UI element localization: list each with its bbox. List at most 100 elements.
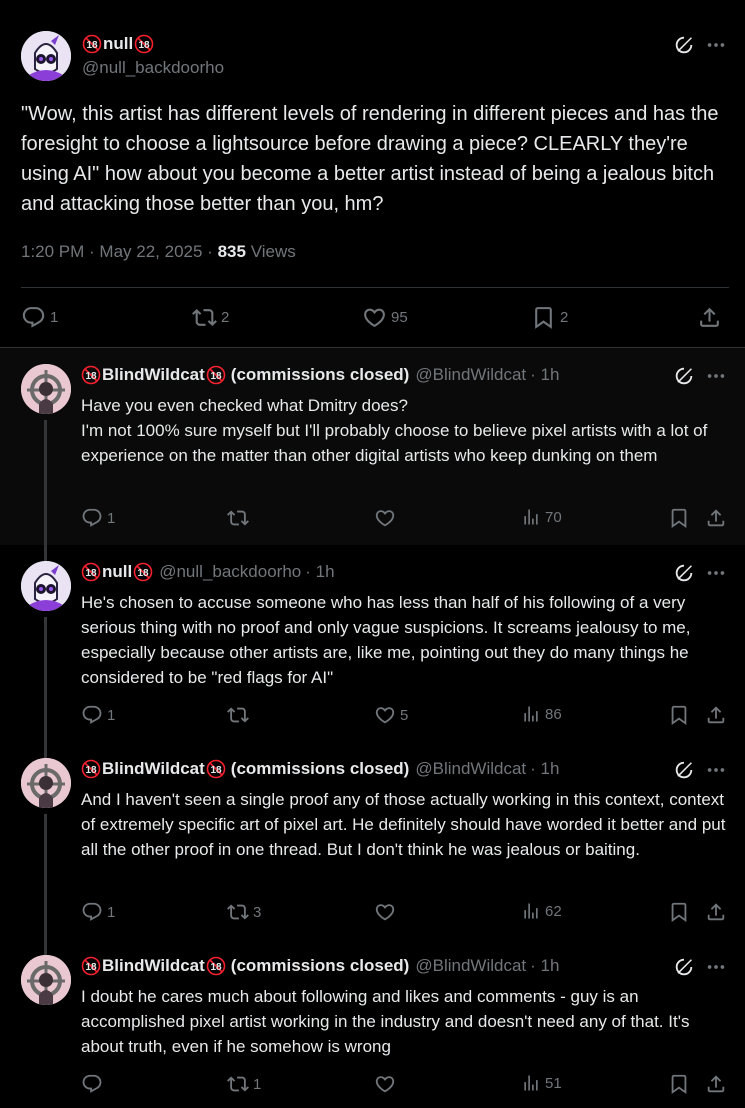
like-button[interactable] [374, 1073, 400, 1095]
reply-icon [81, 901, 103, 923]
bookmark-count: 2 [560, 309, 569, 326]
reply-time[interactable]: · 1h [530, 759, 559, 779]
author-handle[interactable]: @BlindWildcat [415, 759, 526, 779]
repost-count: 1 [253, 1075, 262, 1093]
repost-icon [227, 507, 249, 529]
eighteen-badge-icon: 18 [81, 759, 101, 779]
like-button[interactable] [374, 507, 400, 529]
share-button[interactable] [705, 507, 727, 529]
eighteen-badge-icon: 18 [82, 34, 102, 54]
reply-text: He's chosen to accuse someone who has le… [81, 593, 691, 687]
bookmark-icon [668, 704, 690, 726]
svg-text:18: 18 [210, 765, 222, 776]
eighteen-badge-icon: 18 [206, 956, 226, 976]
author-handle[interactable]: @BlindWildcat [415, 365, 526, 385]
share-icon [705, 901, 727, 923]
more-icon[interactable] [705, 759, 727, 781]
repost-button[interactable] [227, 507, 253, 529]
svg-text:18: 18 [85, 962, 97, 973]
repost-button[interactable] [227, 704, 253, 726]
bookmark-button[interactable] [668, 704, 690, 726]
bookmark-button[interactable] [668, 507, 690, 529]
repost-button[interactable]: 3 [227, 901, 261, 923]
reply-actions: 1 51 [81, 1073, 731, 1097]
bookmark-icon [668, 507, 690, 529]
post-actions: 1 2 95 2 [21, 302, 726, 334]
avatar[interactable] [21, 561, 71, 611]
avatar[interactable] [21, 364, 71, 414]
like-count: 5 [400, 706, 409, 724]
bookmark-icon [668, 901, 690, 923]
eighteen-badge-icon: 18 [81, 956, 101, 976]
bookmark-button[interactable] [668, 1073, 690, 1095]
reply-header: 18 BlindWildcat 18 (commissions closed) @Bli… [81, 759, 559, 779]
post-timestamp[interactable]: 1:20 PM · May 22, 2025 [21, 242, 202, 261]
more-icon[interactable] [705, 956, 727, 978]
avatar[interactable] [21, 955, 71, 1005]
avatar[interactable] [21, 31, 71, 81]
reply-tweet[interactable]: 18 null 18 @null_backdoorho · 1h He's chosen … [0, 545, 745, 758]
grok-icon[interactable] [673, 365, 695, 387]
views-button[interactable]: 86 [521, 704, 562, 724]
author-name-text: BlindWildcat [102, 759, 205, 778]
reply-tweet[interactable]: 18 BlindWildcat 18 (commissions closed) @Bli… [0, 742, 745, 955]
author-name[interactable]: 18 null 18 [82, 34, 154, 54]
grok-icon[interactable] [673, 562, 695, 584]
views-button[interactable]: 70 [521, 507, 562, 527]
repost-button[interactable]: 2 [192, 305, 229, 330]
reply-time[interactable]: · 1h [530, 956, 559, 976]
like-button[interactable]: 95 [362, 305, 408, 330]
reply-tweet[interactable]: 18 BlindWildcat 18 (commissions closed) @Bli… [0, 939, 745, 1108]
more-icon[interactable] [705, 562, 727, 584]
author-name[interactable]: 18 BlindWildcat 18 (commissions closed) [81, 956, 409, 976]
eighteen-badge-icon: 18 [81, 365, 101, 385]
reply-header: 18 BlindWildcat 18 (commissions closed) @Bli… [81, 956, 559, 976]
author-handle[interactable]: @null_backdoorho [159, 562, 301, 582]
bookmark-button[interactable]: 2 [531, 305, 568, 330]
svg-text:18: 18 [210, 962, 222, 973]
heart-icon [362, 305, 387, 330]
share-button[interactable] [705, 901, 727, 923]
more-icon[interactable] [705, 34, 727, 56]
bookmark-button[interactable] [668, 901, 690, 923]
reply-icon [81, 704, 103, 726]
author-handle[interactable]: @null_backdoorho [82, 58, 224, 78]
post-text: "Wow, this artist has different levels o… [21, 103, 719, 215]
reply-button[interactable]: 1 [81, 704, 115, 726]
views-count: 86 [545, 705, 562, 723]
views-button[interactable]: 51 [521, 1073, 562, 1093]
author-name[interactable]: 18 null 18 [81, 562, 153, 582]
svg-text:18: 18 [138, 568, 150, 579]
reply-button[interactable]: 1 [81, 507, 115, 529]
repost-button[interactable]: 1 [227, 1073, 261, 1095]
author-name[interactable]: 18 BlindWildcat 18 (commissions closed) [81, 365, 409, 385]
reply-button[interactable]: 1 [81, 901, 115, 923]
avatar[interactable] [21, 758, 71, 808]
more-icon[interactable] [705, 365, 727, 387]
reply-button[interactable]: 1 [21, 305, 58, 330]
svg-text:18: 18 [85, 568, 97, 579]
share-button[interactable] [705, 704, 727, 726]
reply-text: I doubt he cares much about following an… [81, 987, 690, 1056]
reply-tweet[interactable]: 18 BlindWildcat 18 (commissions closed) @Bli… [0, 348, 745, 561]
reply-time[interactable]: · 1h [305, 562, 334, 582]
reply-time[interactable]: · 1h [530, 365, 559, 385]
grok-icon[interactable] [673, 759, 695, 781]
reply-button[interactable] [81, 1073, 107, 1095]
share-icon [705, 507, 727, 529]
share-button[interactable] [705, 1073, 727, 1095]
views-icon [521, 1073, 541, 1093]
grok-icon[interactable] [673, 34, 695, 56]
views-button[interactable]: 62 [521, 901, 562, 921]
reply-icon [81, 507, 103, 529]
like-button[interactable]: 5 [374, 704, 408, 726]
views-label: Views [250, 242, 296, 261]
grok-icon[interactable] [673, 956, 695, 978]
author-name[interactable]: 18 BlindWildcat 18 (commissions closed) [81, 759, 409, 779]
author-handle[interactable]: @BlindWildcat [415, 956, 526, 976]
like-button[interactable] [374, 901, 400, 923]
share-button[interactable] [697, 305, 722, 330]
bookmark-icon [668, 1073, 690, 1095]
reply-actions: 1 3 62 [81, 901, 731, 925]
reply-text: And I haven't seen a single proof any of… [81, 790, 726, 859]
